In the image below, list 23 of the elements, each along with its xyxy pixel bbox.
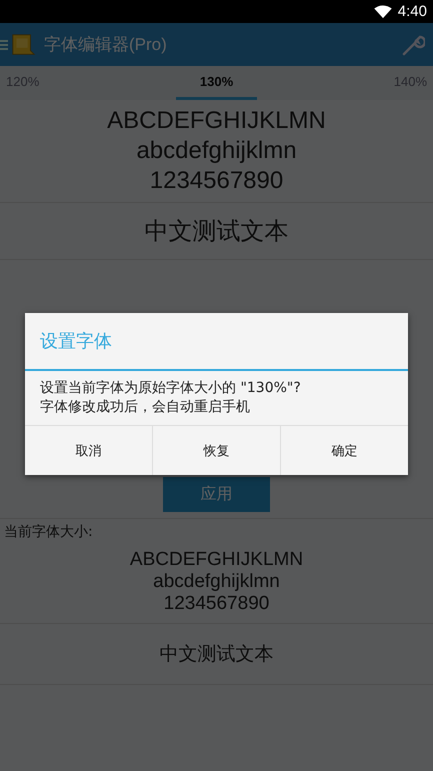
menu-icon[interactable] [0,38,8,50]
current-size-label: 当前字体大小: [0,518,433,545]
dialog-title: 设置字体 [25,313,408,371]
preview-text: abcdefghijklmn [135,136,298,166]
wifi-icon [374,4,392,18]
preview-text: ABCDEFGHIJKLMN [106,106,327,136]
clock-time: 4:40 [398,3,427,20]
dialog-button[interactable]: 恢复 [152,426,280,475]
dialog-message: 设置当前字体为原始字体大小的 "130%"? [40,379,302,398]
app-title: 字体编辑器(Pro) [44,34,168,56]
current-preview-text: ABCDEFGHIJKLMN [128,549,304,571]
chinese-preview-text: 中文测试文本 [0,203,433,260]
current-preview-text: abcdefghijklmn [152,571,281,593]
current-preview-text: 1234567890 [162,593,270,615]
dialog-button[interactable]: 确定 [280,426,408,475]
settings-icon[interactable] [401,32,425,56]
dialog-message: 字体修改成功后，会自动重启手机 [40,398,251,417]
current-chinese-text: 中文测试文本 [0,624,433,685]
dialog-button[interactable]: 取消 [25,426,152,475]
apply-button[interactable]: 应用 [163,477,270,512]
preview-text: 1234567890 [148,166,284,196]
app-logo-icon [10,32,36,58]
size-tab[interactable]: 130% [176,66,258,100]
